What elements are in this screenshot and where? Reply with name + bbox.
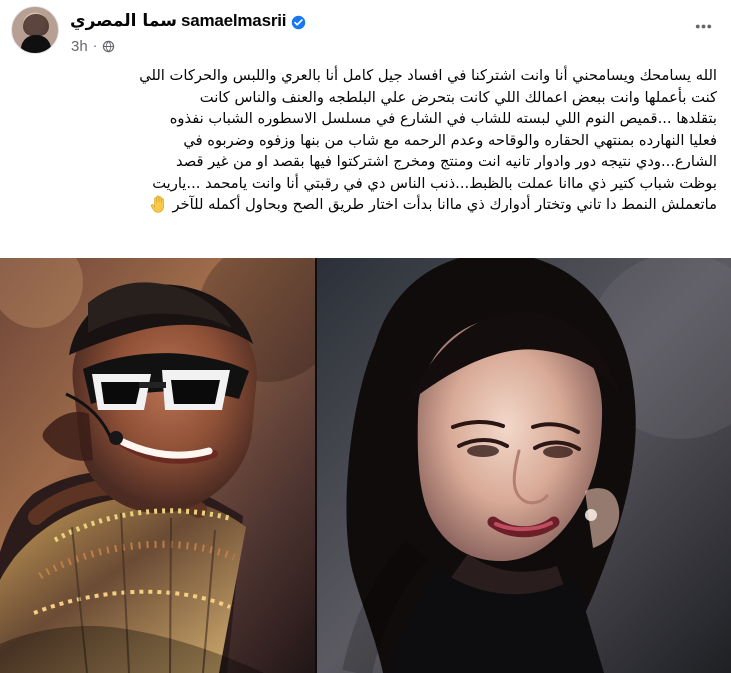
globe-icon[interactable] <box>102 40 115 53</box>
post-header: سما المصري samaelmasrii 3h · <box>0 0 731 60</box>
verified-badge-icon <box>292 15 306 29</box>
facebook-post: سما المصري samaelmasrii 3h · الله يسامحك… <box>0 0 731 673</box>
post-photo[interactable] <box>0 258 731 673</box>
photo-collage <box>0 258 731 673</box>
post-body-text: الله يسامحك ويسامحني أنا وانت اشتركنا في… <box>12 65 717 216</box>
portrait-photo-panel <box>317 258 731 673</box>
author-display-name[interactable]: سما المصري <box>70 11 177 31</box>
post-text-line-1: الله يسامحك ويسامحني أنا وانت اشتركنا في… <box>139 67 717 84</box>
raised-hand-icon <box>150 195 164 213</box>
author-username[interactable]: samaelmasrii <box>181 11 287 31</box>
more-options-icon[interactable] <box>689 12 717 40</box>
performer-photo-panel <box>0 258 338 673</box>
post-text-line-6: بوظت شباب كتير ذي ماانا عملت بالظبط...ذن… <box>152 174 717 192</box>
post-text-line-5: الشارع...ودي نتيجه دور وادوار تانيه انت … <box>176 153 717 170</box>
post-time[interactable]: 3h <box>71 38 88 55</box>
author-line: سما المصري samaelmasrii <box>70 9 306 33</box>
meta-separator: · <box>92 37 98 53</box>
post-meta: 3h · <box>71 37 115 55</box>
post-text-line-3: بتقلدها ...قميص النوم اللي لبسته للشاب ف… <box>169 110 717 127</box>
post-text-line-7-text: ماتعملش النمط دا تاني وتختار أدوارك ذي م… <box>172 196 717 213</box>
post-text-line-4: فعليا النهارده بمنتهي الحقاره والوقاحه و… <box>183 131 717 149</box>
post-text-line-7: ماتعملش النمط دا تاني وتختار أدوارك ذي م… <box>12 194 717 216</box>
author-avatar[interactable] <box>11 6 59 54</box>
post-text-line-2: كنت بأعملها وانت ببعض اعمالك اللي كانت ب… <box>199 88 717 106</box>
